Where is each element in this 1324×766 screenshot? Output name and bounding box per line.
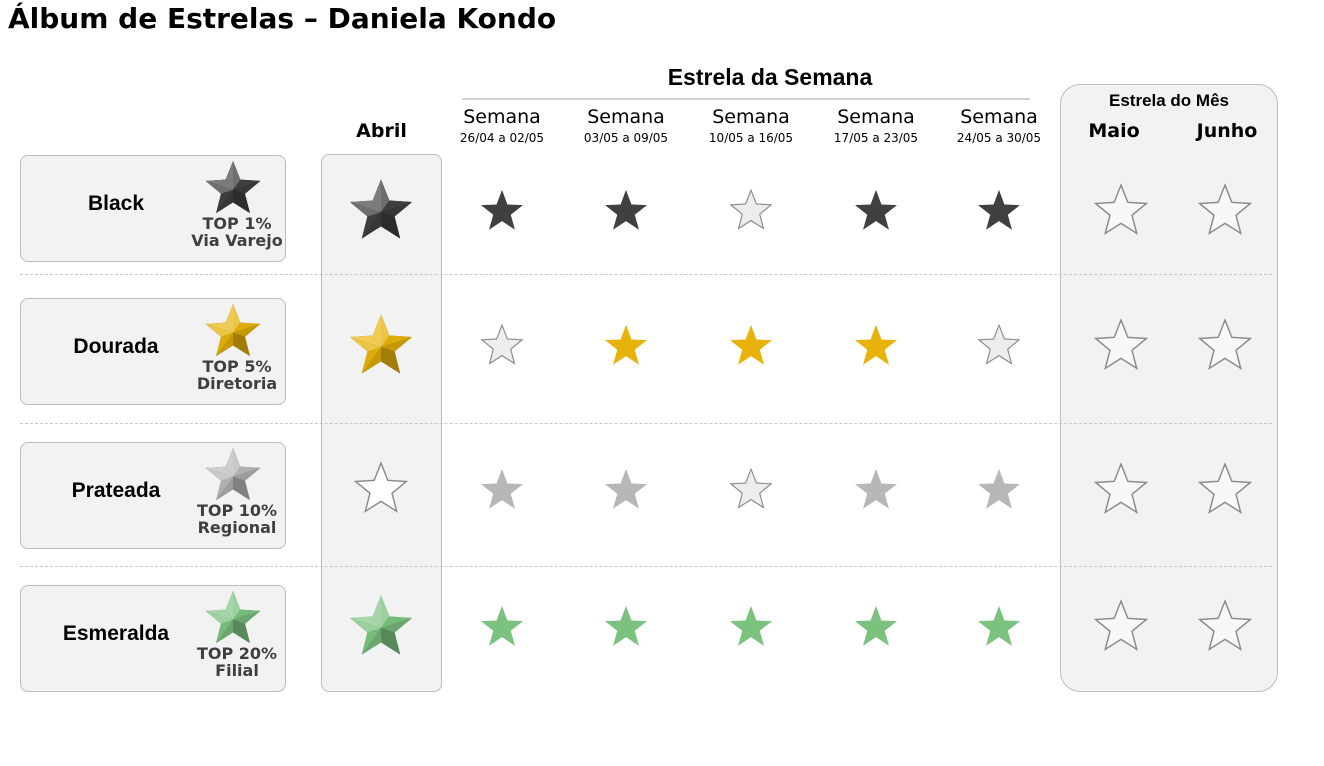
week-dates: 26/04 a 02/05 xyxy=(459,131,545,145)
row-divider xyxy=(20,423,1272,424)
empty-star-icon xyxy=(1197,462,1253,514)
empty-star-icon xyxy=(480,323,524,365)
black-star-icon xyxy=(481,189,523,230)
row-divider xyxy=(20,274,1272,275)
week-dates: 24/05 a 30/05 xyxy=(956,131,1042,145)
empty-star-icon xyxy=(1093,599,1149,651)
gold-star-icon xyxy=(349,314,413,374)
rank-scope: Via Varejo xyxy=(191,231,283,250)
black-star-icon xyxy=(349,179,413,239)
rank-scope: Diretoria xyxy=(196,374,278,393)
gold-star-icon xyxy=(730,324,772,365)
week-header: Semana 17/05 a 23/05 xyxy=(814,106,938,148)
rank-name: Esmeralda xyxy=(62,622,170,645)
week-label: Semana xyxy=(712,106,790,128)
month-label: Junho xyxy=(1196,120,1258,142)
rank-name: Dourada xyxy=(73,335,159,358)
week-label: Semana xyxy=(960,106,1038,128)
rank-card-silver: Prateada TOP 10% Regional xyxy=(20,442,286,549)
black-star-icon xyxy=(605,189,647,230)
black-star-icon xyxy=(855,189,897,230)
week-dates: 17/05 a 23/05 xyxy=(833,131,919,145)
gold-star-icon xyxy=(855,324,897,365)
empty-star-icon xyxy=(1197,599,1253,651)
rank-top-percent: TOP 1% xyxy=(202,214,272,233)
silver-star-icon xyxy=(605,468,647,509)
row-divider xyxy=(20,566,1272,567)
emerald-star-icon xyxy=(855,605,897,646)
week-label: Semana xyxy=(587,106,665,128)
weekly-star-title: Estrela da Semana xyxy=(667,64,873,90)
emerald-star-icon xyxy=(349,595,413,655)
rank-top-percent: TOP 20% xyxy=(196,644,278,663)
week-label: Semana xyxy=(837,106,915,128)
silver-star-icon xyxy=(481,468,523,509)
rank-card-emerald: Esmeralda TOP 20% Filial xyxy=(20,585,286,692)
empty-star-icon xyxy=(1197,183,1253,235)
silver-star-icon xyxy=(978,468,1020,509)
silver-star-icon xyxy=(855,468,897,509)
emerald-star-icon xyxy=(605,605,647,646)
empty-star-icon xyxy=(977,323,1021,365)
empty-star-icon xyxy=(1093,183,1149,235)
rank-card-black: Black TOP 1% Via Varejo xyxy=(20,155,286,262)
rank-top-percent: TOP 10% xyxy=(196,501,278,520)
black-star-icon xyxy=(978,189,1020,230)
week-label: Semana xyxy=(463,106,541,128)
emerald-star-icon xyxy=(978,605,1020,646)
emerald-star-icon xyxy=(481,605,523,646)
empty-star-icon xyxy=(729,188,773,230)
week-header: Semana 03/05 a 09/05 xyxy=(564,106,688,148)
empty-star-icon xyxy=(729,467,773,509)
empty-star-icon xyxy=(1093,318,1149,370)
rank-scope: Regional xyxy=(197,518,277,537)
week-header: Semana 24/05 a 30/05 xyxy=(937,106,1061,148)
page-title: Álbum de Estrelas – Daniela Kondo xyxy=(8,2,557,35)
rank-name: Prateada xyxy=(71,479,161,502)
rank-scope: Filial xyxy=(215,661,259,680)
week-header: Semana 26/04 a 02/05 xyxy=(440,106,564,148)
month-label: Maio xyxy=(1088,120,1140,142)
monthly-star-title: Estrela do Mês xyxy=(1109,91,1229,110)
gold-star-icon xyxy=(605,324,647,365)
april-column-label: Abril xyxy=(356,120,407,142)
rank-card-gold: Dourada TOP 5% Diretoria xyxy=(20,298,286,405)
emerald-star-icon xyxy=(730,605,772,646)
empty-star-icon xyxy=(1093,462,1149,514)
rank-name: Black xyxy=(87,192,145,215)
week-dates: 03/05 a 09/05 xyxy=(583,131,669,145)
week-header: Semana 10/05 a 16/05 xyxy=(689,106,813,148)
empty-star-icon xyxy=(353,461,409,513)
rank-top-percent: TOP 5% xyxy=(202,357,272,376)
empty-star-icon xyxy=(1197,318,1253,370)
weekly-title-underline xyxy=(462,98,1030,100)
week-dates: 10/05 a 16/05 xyxy=(708,131,794,145)
